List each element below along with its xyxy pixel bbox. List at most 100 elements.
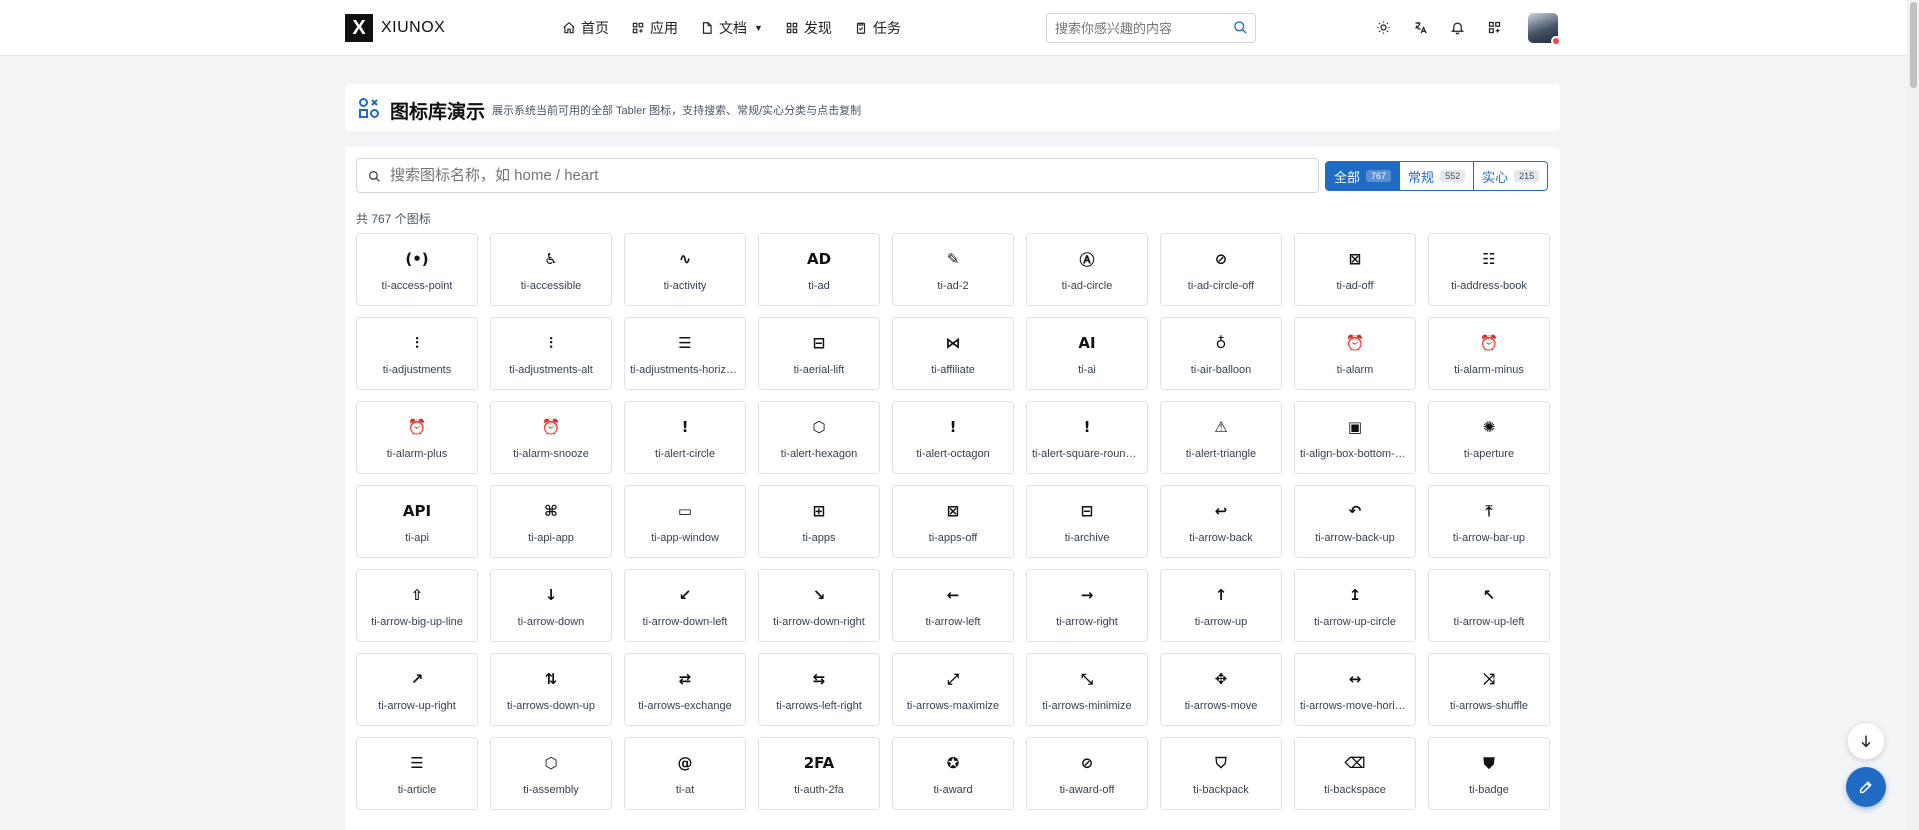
icon-tile[interactable]: ♁ ti-air-balloon <box>1160 317 1282 390</box>
icon-tile[interactable]: ↗ ti-arrow-up-right <box>356 653 478 726</box>
icon-tile[interactable]: ! ti-alert-square-rounded <box>1026 401 1148 474</box>
icon-tile[interactable]: ↙ ti-arrow-down-left <box>624 569 746 642</box>
icon-tile[interactable]: ♿ ti-accessible <box>490 233 612 306</box>
ad-off-icon: ⊠ <box>1348 250 1362 268</box>
icon-tile[interactable]: ↑ ti-arrow-up <box>1160 569 1282 642</box>
icon-tile[interactable]: ⤢ ti-arrows-maximize <box>892 653 1014 726</box>
icon-tile-label: ti-arrow-up <box>1194 616 1248 628</box>
affiliate-icon: ⋈ <box>945 334 961 352</box>
icon-tile[interactable]: ↔ ti-arrows-move-horizontal <box>1294 653 1416 726</box>
icon-tile[interactable]: API ti-api <box>356 485 478 558</box>
icon-tile[interactable]: ⫶ ti-adjustments-alt <box>490 317 612 390</box>
icon-tile[interactable]: Ⓐti-ad-circle <box>1026 233 1148 306</box>
global-search-input[interactable] <box>1047 14 1217 42</box>
nav-item-home[interactable]: 首页 <box>562 18 609 38</box>
page-scrollbar[interactable] <box>1907 0 1919 830</box>
icon-tile[interactable]: AD ti-ad <box>758 233 880 306</box>
filter-all[interactable]: 全部 767 <box>1326 162 1401 190</box>
filter-count-badge: 552 <box>1440 170 1466 182</box>
icon-tile[interactable]: ⤒ ti-arrow-bar-up <box>1428 485 1550 558</box>
icon-tile[interactable]: ⏰ ti-alarm <box>1294 317 1416 390</box>
filter-outline[interactable]: 常规 552 <box>1400 162 1475 190</box>
filter-filled[interactable]: 实心 215 <box>1474 162 1548 190</box>
icon-tile-label: ti-accessible <box>520 280 582 292</box>
icon-tile[interactable]: (•) ti-access-point <box>356 233 478 306</box>
icon-tile-label: ti-ad-off <box>1336 280 1374 292</box>
icon-tile[interactable]: ⇧ ti-arrow-big-up-line <box>356 569 478 642</box>
icon-tile[interactable]: ↘ ti-arrow-down-right <box>758 569 880 642</box>
bell-icon[interactable] <box>1450 20 1465 35</box>
icon-tile-label: ti-alarm <box>1336 364 1374 376</box>
sun-icon[interactable] <box>1376 20 1391 35</box>
icon-tile[interactable]: ∿ ti-activity <box>624 233 746 306</box>
icon-tile-label: ti-address-book <box>1451 280 1527 292</box>
icon-tile[interactable]: ✥ ti-arrows-move <box>1160 653 1282 726</box>
brand[interactable]: X XIUNOX <box>345 14 445 42</box>
icon-tile[interactable]: ↥ ti-arrow-up-circle <box>1294 569 1416 642</box>
icon-tile[interactable]: ⬡ ti-alert-hexagon <box>758 401 880 474</box>
nav-item-tasks[interactable]: 任务 <box>854 18 901 38</box>
icon-tile[interactable]: ⊘ ti-ad-circle-off <box>1160 233 1282 306</box>
icon-tile[interactable]: ⚠ ti-alert-triangle <box>1160 401 1282 474</box>
icon-tile[interactable]: ▭ ti-app-window <box>624 485 746 558</box>
nav-item-apps[interactable]: 应用 <box>631 18 678 38</box>
user-avatar[interactable] <box>1528 13 1561 46</box>
scroll-down-button[interactable] <box>1847 722 1885 760</box>
icon-tile[interactable]: ⌫ ti-backspace <box>1294 737 1416 810</box>
status-dot <box>1551 36 1561 46</box>
apps-icon[interactable] <box>1487 20 1502 35</box>
icon-tile[interactable]: ✪ ti-award <box>892 737 1014 810</box>
icon-tile[interactable]: ⛊ ti-badge <box>1428 737 1550 810</box>
icon-tile[interactable]: @ ti-at <box>624 737 746 810</box>
icon-tile[interactable]: ⊠ ti-ad-off <box>1294 233 1416 306</box>
icon-tile[interactable]: ↶ ti-arrow-back-up <box>1294 485 1416 558</box>
nav-item-docs[interactable]: 文档 ▼ <box>700 18 763 38</box>
icon-tile[interactable]: AI ti-ai <box>1026 317 1148 390</box>
icon-tile[interactable]: ↖ ti-arrow-up-left <box>1428 569 1550 642</box>
icon-tile[interactable]: ⇅ ti-arrows-down-up <box>490 653 612 726</box>
icon-tile[interactable]: ⬡ ti-assembly <box>490 737 612 810</box>
assembly-icon: ⬡ <box>544 754 558 772</box>
scrollbar-thumb[interactable] <box>1910 2 1917 88</box>
icon-tile[interactable]: ✺ ti-aperture <box>1428 401 1550 474</box>
icon-tile[interactable]: 2FA ti-auth-2fa <box>758 737 880 810</box>
icon-tile[interactable]: ☰ ti-article <box>356 737 478 810</box>
icon-tile[interactable]: ↓ ti-arrow-down <box>490 569 612 642</box>
icon-grid: (•) ti-access-point ♿ ti-accessible ∿ ti-acti… <box>356 233 1550 810</box>
language-icon[interactable] <box>1413 20 1428 35</box>
icon-tile[interactable]: ⊞ ti-apps <box>758 485 880 558</box>
icon-tile[interactable]: ⌘ ti-api-app <box>490 485 612 558</box>
icon-tile[interactable]: ⊟ ti-archive <box>1026 485 1148 558</box>
icon-tile[interactable]: ⫶ ti-adjustments <box>356 317 478 390</box>
icon-tile[interactable]: → ti-arrow-right <box>1026 569 1148 642</box>
icon-tile[interactable]: ! ti-alert-circle <box>624 401 746 474</box>
icon-tile-label: ti-arrow-bar-up <box>1452 532 1526 544</box>
search-icon[interactable] <box>1233 20 1248 35</box>
icon-tile[interactable]: ⏰ ti-alarm-plus <box>356 401 478 474</box>
icon-search-input[interactable] <box>390 159 1290 192</box>
icon-tile[interactable]: ← ti-arrow-left <box>892 569 1014 642</box>
icon-tile[interactable]: ⇆ ti-arrows-left-right <box>758 653 880 726</box>
icon-tile[interactable]: ⏰ ti-alarm-snooze <box>490 401 612 474</box>
page-title: 图标库演示 <box>390 102 486 123</box>
icon-tile[interactable]: ⋈ ti-affiliate <box>892 317 1014 390</box>
edit-button[interactable] <box>1846 767 1886 807</box>
icon-tile[interactable]: ⇄ ti-arrows-exchange <box>624 653 746 726</box>
icon-tile[interactable]: ⛉ ti-backpack <box>1160 737 1282 810</box>
icon-tile[interactable]: ▣ ti-align-box-bottom-center <box>1294 401 1416 474</box>
icon-tile[interactable]: ☰ ti-adjustments-horizontal <box>624 317 746 390</box>
icon-tile[interactable]: ⊟ ti-aerial-lift <box>758 317 880 390</box>
file-icon <box>702 22 712 34</box>
nav-item-discover[interactable]: 发现 <box>785 18 832 38</box>
icon-tile[interactable]: ⤨ ti-arrows-shuffle <box>1428 653 1550 726</box>
icon-tile[interactable]: ✎ ti-ad-2 <box>892 233 1014 306</box>
icon-tile[interactable]: ⊘ ti-award-off <box>1026 737 1148 810</box>
award-icon: ✪ <box>946 754 960 772</box>
icon-tile[interactable]: ⊠ ti-apps-off <box>892 485 1014 558</box>
icon-tile[interactable]: ☷ ti-address-book <box>1428 233 1550 306</box>
icon-tile[interactable]: ⏰ ti-alarm-minus <box>1428 317 1550 390</box>
icon-tile[interactable]: ! ti-alert-octagon <box>892 401 1014 474</box>
icon-tile[interactable]: ↩ ti-arrow-back <box>1160 485 1282 558</box>
arrows-maximize-icon: ⤢ <box>946 670 959 688</box>
icon-tile[interactable]: ⤡ ti-arrows-minimize <box>1026 653 1148 726</box>
